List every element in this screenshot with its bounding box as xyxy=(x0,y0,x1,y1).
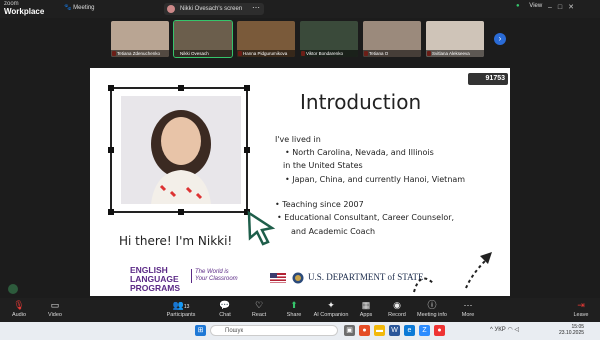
resize-handle[interactable] xyxy=(108,85,114,91)
participant-thumb[interactable]: Tetiana O xyxy=(363,21,421,57)
system-clock[interactable]: 15:05 23.10.2025 xyxy=(559,324,584,336)
slide-title: Introduction xyxy=(300,90,422,114)
resize-handle[interactable] xyxy=(108,147,114,153)
participant-thumb[interactable]: Tetiana Zdenuchenko xyxy=(111,21,169,57)
file-explorer-icon[interactable]: ▬ xyxy=(374,325,385,336)
chevron-up-icon[interactable]: ^ xyxy=(490,327,493,333)
more-icon[interactable]: ⋯ xyxy=(252,3,260,12)
dashed-arrow-decoration xyxy=(413,252,492,293)
word-icon[interactable]: W xyxy=(389,325,400,336)
apps-label: Apps xyxy=(359,312,373,318)
start-icon[interactable]: ⊞ xyxy=(195,325,206,336)
bio-line: I've lived in xyxy=(275,135,321,144)
maximize-icon[interactable]: □ xyxy=(558,4,568,11)
bio-line: • Teaching since 2007 xyxy=(275,200,364,209)
cursor-arrow-icon xyxy=(247,210,276,246)
selection-frame[interactable] xyxy=(108,85,250,215)
shield-icon: ● xyxy=(516,3,520,9)
greeting-text: Hi there! I'm Nikki! xyxy=(119,234,233,248)
meeting-id: 91753 xyxy=(485,75,505,82)
resize-handle[interactable] xyxy=(244,147,250,153)
department-of-state: U.S. DEPARTMENT of STATE xyxy=(308,272,424,282)
share-tab-label: Nikki Ovesach's screen xyxy=(180,6,243,12)
bio-line: and Academic Coach xyxy=(291,227,376,236)
share-tab[interactable]: Nikki Ovesach's screen ⋯ xyxy=(164,3,264,15)
view-button[interactable]: ● View xyxy=(516,3,542,9)
participant-name: Svitlana Alekseeva xyxy=(426,50,484,57)
people-icon: 👥13 xyxy=(172,300,190,310)
participant-thumb[interactable]: Svitlana Alekseeva xyxy=(426,21,484,57)
elp-logo: ENGLISH LANGUAGE PROGRAMS xyxy=(130,266,180,293)
meeting-menu[interactable]: 🐾 Meeting xyxy=(64,4,95,11)
participant-name: Viktor Bondarenko xyxy=(300,50,358,57)
system-tray[interactable]: ^ УКР ◠ ◁ xyxy=(490,326,519,333)
camera-icon: ▭ xyxy=(50,300,60,310)
chat-label: Chat xyxy=(219,312,231,318)
participants-count: 13 xyxy=(183,304,190,310)
bio-line: • North Carolina, Nevada, and Illinois xyxy=(285,148,434,157)
search-placeholder: Пошук xyxy=(225,328,244,334)
meeting-id-badge: 91753 xyxy=(468,73,508,85)
annotation-icon[interactable] xyxy=(8,284,18,294)
leave-icon: ⇥ xyxy=(577,300,585,310)
bio-line: in the United States xyxy=(283,161,363,170)
resize-handle[interactable] xyxy=(108,209,114,215)
brand-bottom: Workplace xyxy=(4,7,45,16)
leave-label: Leave xyxy=(573,312,589,318)
participant-name: Tetiana Zdenuchenko xyxy=(111,50,169,57)
audio-label: Audio xyxy=(11,312,27,318)
avatar xyxy=(167,5,175,13)
react-label: React xyxy=(251,312,267,318)
language-indicator[interactable]: УКР xyxy=(495,327,506,333)
paw-icon: 🐾 xyxy=(64,5,72,11)
record-label: Record xyxy=(388,312,406,318)
volume-icon: ◁ xyxy=(514,327,520,333)
more-button[interactable]: ⋯ More xyxy=(443,300,493,318)
task-view-icon[interactable]: ▣ xyxy=(344,325,355,336)
participant-name: Nikki Ovesach xyxy=(174,50,232,57)
resize-handle[interactable] xyxy=(178,209,184,215)
clock-date: 23.10.2025 xyxy=(559,330,585,336)
tagline-line: Your Classroom xyxy=(195,276,238,282)
participants-button[interactable]: 👥13 Participants xyxy=(156,300,206,318)
more-label: More xyxy=(461,312,475,318)
chevron-right-icon: › xyxy=(498,34,502,43)
edge-icon[interactable]: e xyxy=(404,325,415,336)
participant-thumb[interactable]: Viktor Bondarenko xyxy=(300,21,358,57)
participant-name: Hanna Pidgurumikova xyxy=(237,50,295,57)
zoom-logo: zoom Workplace xyxy=(4,1,45,16)
bio-line: • Educational Consultant, Career Counsel… xyxy=(277,213,455,222)
chrome-icon[interactable]: ● xyxy=(359,325,370,336)
meeting-label: Meeting xyxy=(73,5,95,11)
share-label: Share xyxy=(286,312,302,318)
participants-label: Participants xyxy=(166,312,196,318)
app-icon[interactable]: ● xyxy=(434,325,445,336)
participant-name: Tetiana O xyxy=(363,50,421,57)
next-page-button[interactable]: › xyxy=(494,33,506,45)
window-controls[interactable]: –□✕ xyxy=(548,3,580,11)
elp-tagline: The World is Your Classroom xyxy=(191,269,238,283)
resize-handle[interactable] xyxy=(178,85,184,91)
logo-line: PROGRAMS xyxy=(130,283,181,293)
bio-line: • Japan, China, and currently Hanoi, Vie… xyxy=(285,175,466,184)
more-icon: ⋯ xyxy=(463,300,473,310)
zoom-taskbar-icon[interactable]: Z xyxy=(419,325,430,336)
tagline-line: The World is xyxy=(195,269,229,275)
participant-thumb-active[interactable]: Nikki Ovesach xyxy=(173,20,233,58)
us-flag-seal-icon xyxy=(270,272,304,284)
view-label: View xyxy=(529,3,543,9)
video-label: Video xyxy=(48,312,62,318)
close-icon[interactable]: ✕ xyxy=(568,4,580,11)
taskbar-search[interactable]: Пошук xyxy=(210,325,338,336)
minimize-icon[interactable]: – xyxy=(548,4,558,11)
leave-button[interactable]: ⇥ Leave xyxy=(556,300,600,318)
video-button[interactable]: ▭ Video xyxy=(30,300,80,318)
wifi-icon: ◠ xyxy=(507,327,513,333)
participant-thumb[interactable]: Hanna Pidgurumikova xyxy=(237,21,295,57)
resize-handle[interactable] xyxy=(244,85,250,91)
